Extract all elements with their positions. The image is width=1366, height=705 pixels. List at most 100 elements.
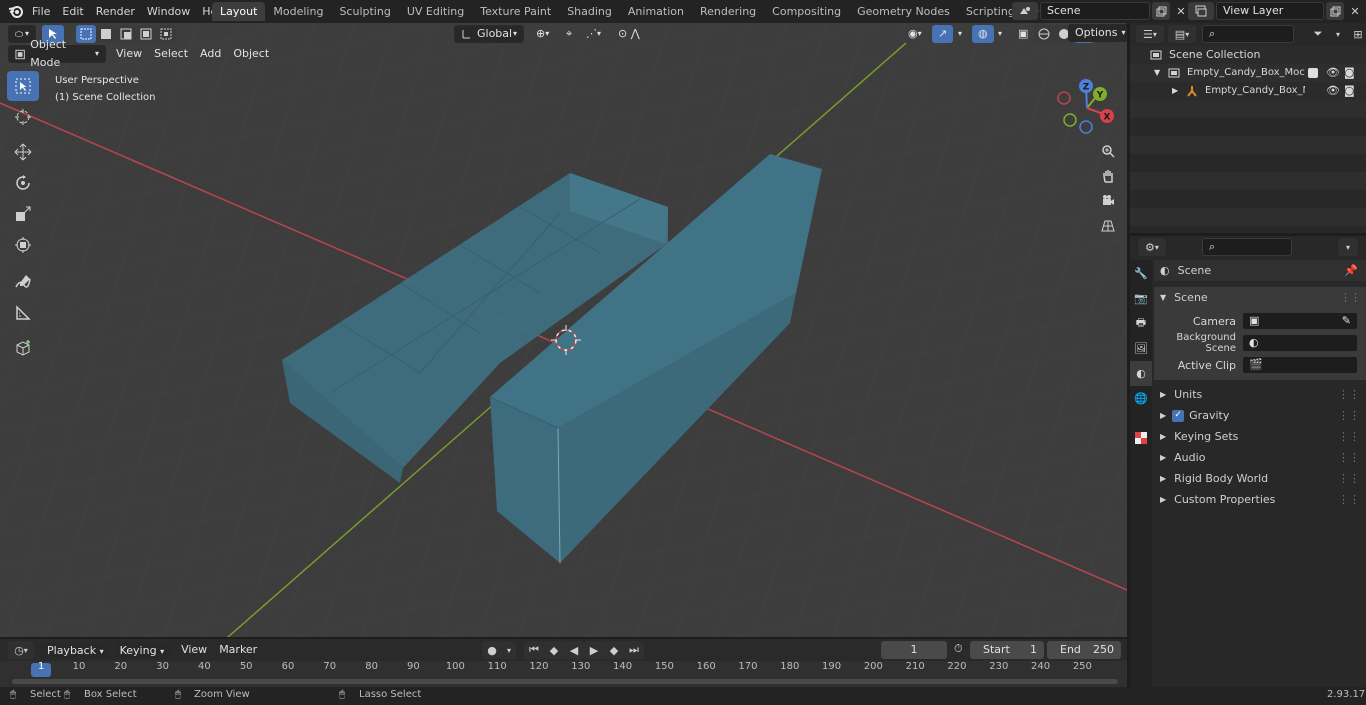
menu-window[interactable]: Window <box>141 0 196 23</box>
menu-edit[interactable]: Edit <box>56 0 89 23</box>
camera-render-icon[interactable]: ◙ <box>1344 64 1355 82</box>
pin-icon[interactable]: 📌 <box>1344 260 1358 281</box>
timeline-scrollbar[interactable] <box>12 679 1118 684</box>
properties-search[interactable]: ⌕ <box>1202 238 1292 256</box>
eyedropper-icon[interactable]: ✎ <box>1342 313 1351 329</box>
eye-icon[interactable]: 👁 <box>1326 64 1340 82</box>
overlays-toggle-icon[interactable]: ◍ <box>972 25 994 43</box>
tab-modeling[interactable]: Modeling <box>265 2 331 21</box>
scene-name-field[interactable]: Scene <box>1040 2 1150 20</box>
snap-toggle-icon[interactable]: ⌖ <box>560 25 578 43</box>
gizmo-dropdown-icon[interactable]: ▾ <box>952 25 968 43</box>
copy-view-layer-icon[interactable] <box>1326 2 1344 20</box>
view-layer-icon[interactable] <box>1188 2 1214 20</box>
select-extend-icon[interactable] <box>96 25 116 43</box>
gravity-panel-header[interactable]: ▶ ✓ Gravity ⋮⋮ <box>1154 405 1366 426</box>
transform-orientation-dropdown[interactable]: Global ▾ <box>454 25 524 43</box>
texture-tab-icon[interactable] <box>1130 425 1152 450</box>
world-tab-icon[interactable]: 🌐 <box>1130 386 1152 411</box>
tab-layout[interactable]: Layout <box>212 2 266 21</box>
viewport-scene[interactable]: Y Z X <box>0 23 1127 637</box>
drag-handle-icon[interactable]: ⋮⋮ <box>1338 426 1360 447</box>
object-mode-dropdown[interactable]: Object Mode ▾ <box>8 38 106 69</box>
tab-animation[interactable]: Animation <box>620 2 692 21</box>
tool-tab-icon[interactable]: 🔧 <box>1130 260 1152 286</box>
annotate-tool-icon[interactable] <box>7 267 39 297</box>
outliner-search-input[interactable] <box>1218 27 1289 41</box>
tab-geometry-nodes[interactable]: Geometry Nodes <box>849 2 958 21</box>
drag-handle-icon[interactable]: ⋮⋮ <box>1338 384 1360 405</box>
options-dropdown[interactable]: Options ▾ <box>1068 24 1127 42</box>
drag-handle-icon[interactable]: ⋮⋮ <box>1338 447 1360 468</box>
display-mode-icon[interactable]: ▤ ▾ <box>1168 25 1196 43</box>
select-invert-icon[interactable] <box>136 25 156 43</box>
select-box-tool-icon[interactable] <box>7 71 39 101</box>
add-cube-tool-icon[interactable] <box>7 333 39 363</box>
view-layer-tab-icon[interactable]: 🖼 <box>1130 336 1152 361</box>
pan-hand-icon[interactable] <box>1097 165 1119 187</box>
scene-panel-header[interactable]: ▼ Scene ⋮⋮ <box>1154 287 1366 308</box>
pivot-point-icon[interactable]: ⊕ ▾ <box>530 25 555 43</box>
render-tab-icon[interactable]: 📷 <box>1130 286 1152 311</box>
viewport-menu-add[interactable]: Add <box>194 45 227 63</box>
select-intersect-icon[interactable] <box>156 25 176 43</box>
drag-handle-icon[interactable]: ⋮⋮ <box>1340 287 1361 308</box>
cursor-tool-icon[interactable] <box>7 102 39 132</box>
outliner-row-scene-collection[interactable]: Scene Collection <box>1130 46 1366 64</box>
tab-sculpting[interactable]: Sculpting <box>331 2 398 21</box>
menu-render[interactable]: Render <box>90 0 141 23</box>
scene-tab-icon[interactable]: ◐ <box>1130 361 1152 386</box>
filter-icon[interactable]: ⏷ <box>1308 25 1328 43</box>
viewport-menu-view[interactable]: View <box>110 45 148 63</box>
camera-field[interactable]: ▣ ✎ <box>1242 312 1358 330</box>
close-view-layer-icon[interactable]: ✕ <box>1346 2 1364 20</box>
move-tool-icon[interactable] <box>7 137 39 167</box>
eye-icon[interactable]: 👁 <box>1326 82 1340 100</box>
tab-uv-editing[interactable]: UV Editing <box>399 2 472 21</box>
wireframe-shading-icon[interactable] <box>1034 25 1054 43</box>
3d-viewport[interactable]: Y Z X ▾ Global▾ ⊕ ▾ ⌖ ⋰ ▾ ⊙ ⋀ ◉ ▾ ↗ ▾ ◍ <box>0 23 1127 637</box>
zoom-icon[interactable] <box>1097 140 1119 162</box>
tab-rendering[interactable]: Rendering <box>692 2 764 21</box>
gizmo-toggle-icon[interactable]: ↗ <box>932 25 954 43</box>
background-scene-field[interactable]: ◐ <box>1242 334 1358 352</box>
tab-shading[interactable]: Shading <box>559 2 620 21</box>
view-layer-field[interactable]: View Layer <box>1216 2 1324 20</box>
drag-handle-icon[interactable]: ⋮⋮ <box>1338 489 1360 510</box>
outliner-row-object[interactable]: ▶ Empty_Candy_Box_Mock 👁 ◙ <box>1130 82 1366 100</box>
new-collection-icon[interactable]: ⊞ <box>1348 25 1366 43</box>
viewport-menu-object[interactable]: Object <box>227 45 275 63</box>
outliner-editor-type-icon[interactable]: ☰ ▾ <box>1136 25 1164 43</box>
drag-handle-icon[interactable]: ⋮⋮ <box>1338 468 1360 489</box>
select-subtract-icon[interactable] <box>116 25 136 43</box>
snap-target-icon[interactable]: ⋰ ▾ <box>580 25 607 43</box>
transform-tool-icon[interactable] <box>7 230 39 260</box>
menu-file[interactable]: File <box>26 0 56 23</box>
filter-dropdown-icon[interactable]: ▾ <box>1328 25 1348 43</box>
perspective-grid-icon[interactable] <box>1097 215 1119 237</box>
camera-view-icon[interactable] <box>1097 190 1119 212</box>
output-tab-icon[interactable]: 🖶 <box>1130 311 1152 336</box>
scale-tool-icon[interactable] <box>7 199 39 229</box>
proportional-edit-icon[interactable]: ⊙ ⋀ <box>612 25 646 43</box>
active-clip-field[interactable]: 🎬 <box>1242 356 1358 374</box>
expand-arrow-icon[interactable]: ▼ <box>1154 64 1160 82</box>
viewport-menu-select[interactable]: Select <box>148 45 194 63</box>
audio-panel-header[interactable]: ▶ Audio ⋮⋮ <box>1154 447 1366 468</box>
units-panel-header[interactable]: ▶ Units ⋮⋮ <box>1154 384 1366 405</box>
xray-toggle-icon[interactable]: ▣ <box>1012 25 1034 43</box>
visibility-icon[interactable]: ◉ ▾ <box>902 25 928 43</box>
measure-tool-icon[interactable] <box>7 298 39 328</box>
custom-properties-panel-header[interactable]: ▶ Custom Properties ⋮⋮ <box>1154 489 1366 510</box>
gravity-checkbox[interactable]: ✓ <box>1172 409 1185 422</box>
rigid-body-world-panel-header[interactable]: ▶ Rigid Body World ⋮⋮ <box>1154 468 1366 489</box>
rotate-tool-icon[interactable] <box>7 168 39 198</box>
properties-options-icon[interactable]: ▾ <box>1338 238 1358 256</box>
blender-logo-icon[interactable] <box>8 3 24 19</box>
drag-handle-icon[interactable]: ⋮⋮ <box>1338 405 1360 426</box>
overlays-dropdown-icon[interactable]: ▾ <box>992 25 1008 43</box>
outliner-row-collection[interactable]: ▼ Empty_Candy_Box_Mockup_t 👁 ◙ <box>1130 64 1366 82</box>
properties-editor-type-icon[interactable]: ⚙ ▾ <box>1138 238 1166 256</box>
expand-arrow-icon[interactable]: ▶ <box>1172 82 1178 100</box>
camera-render-icon[interactable]: ◙ <box>1344 82 1355 100</box>
